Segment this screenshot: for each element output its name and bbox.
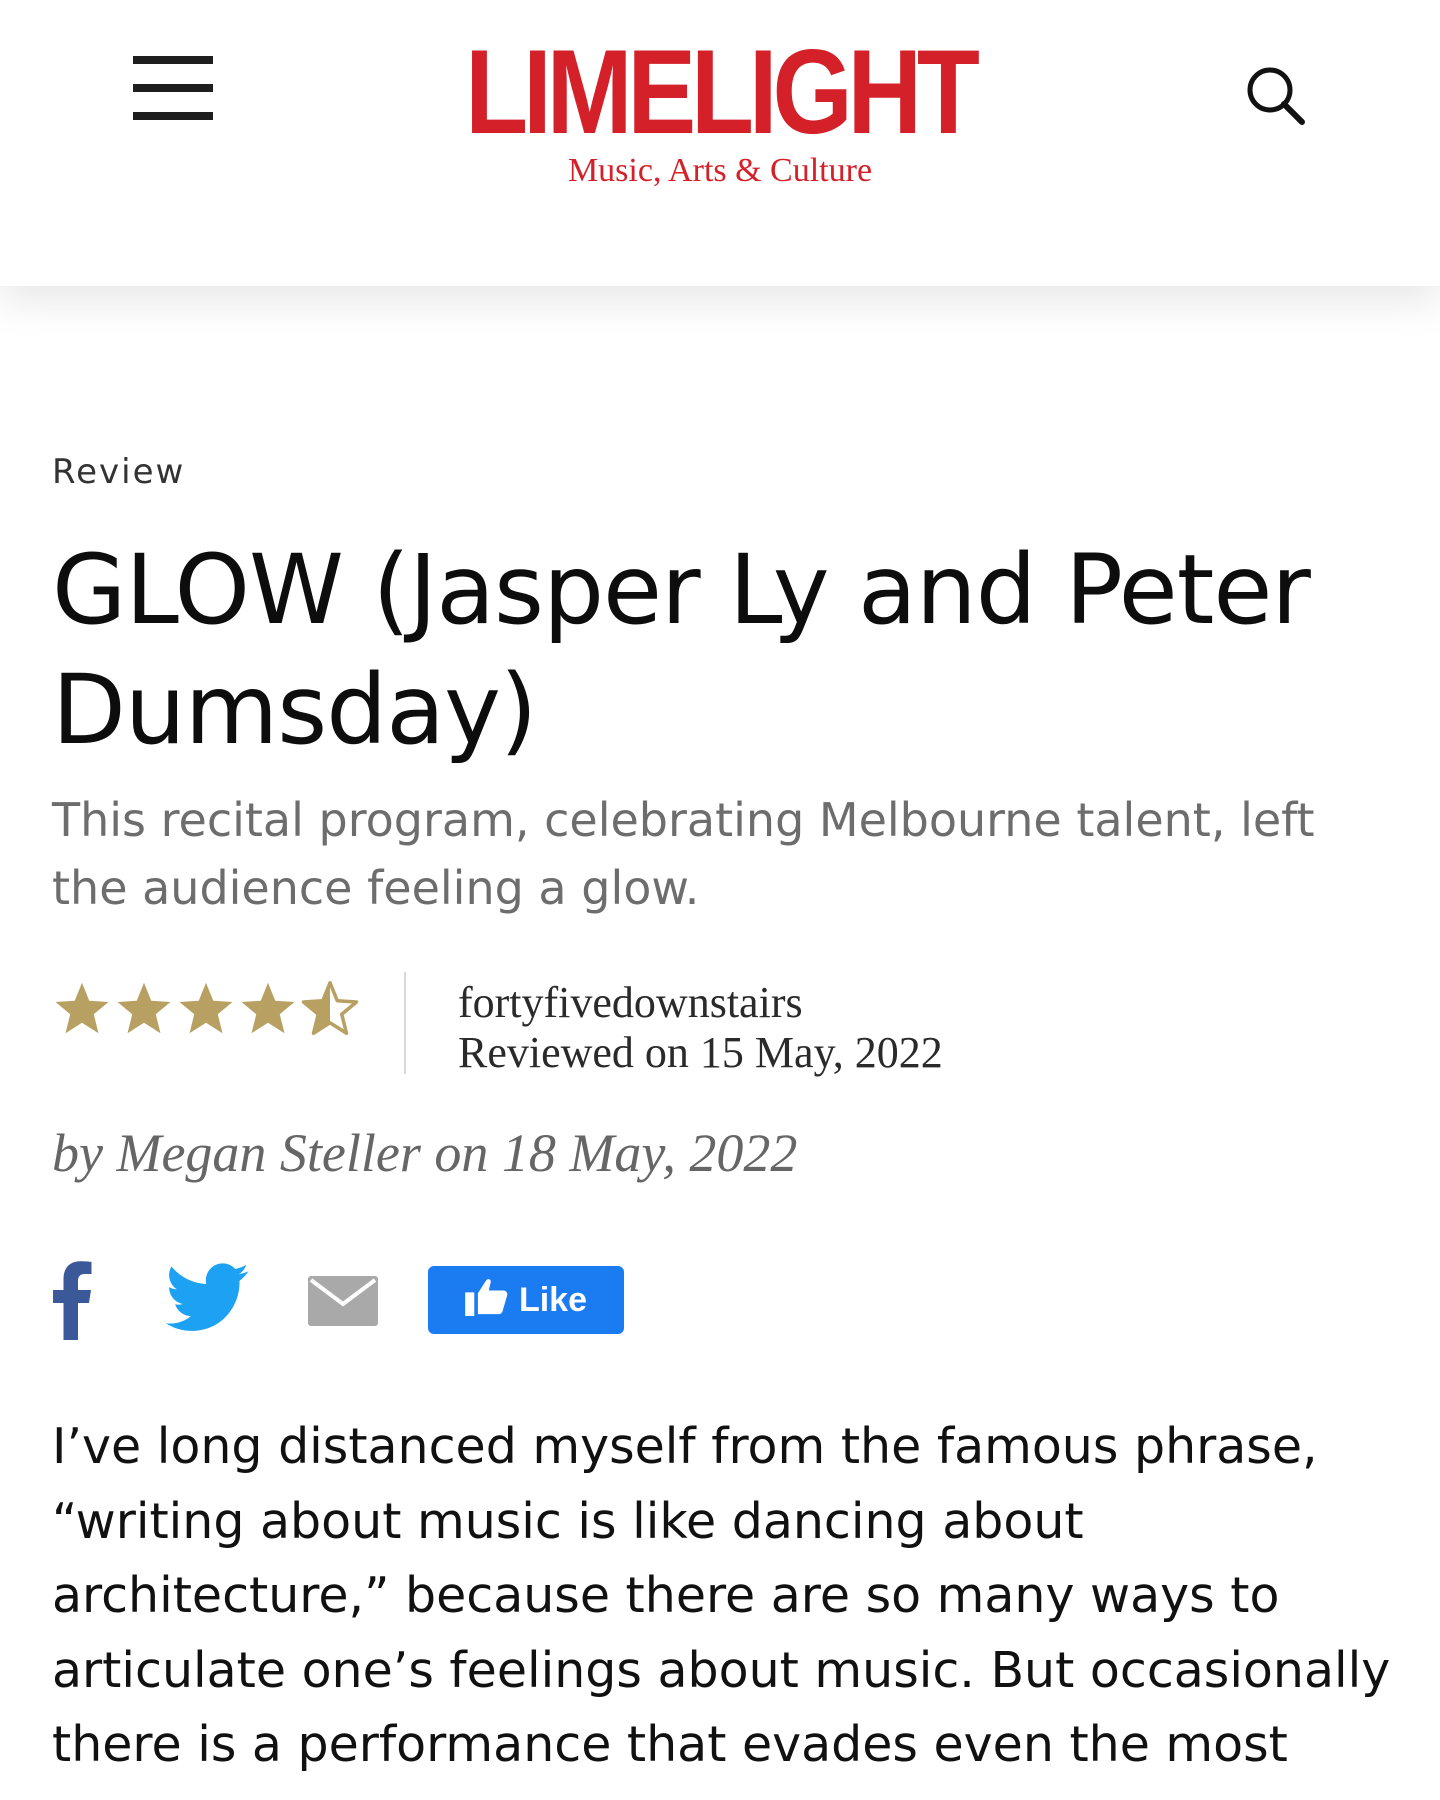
- venue-name[interactable]: fortyfivedownstairs: [458, 978, 943, 1028]
- star-full-icon: [114, 980, 174, 1050]
- star-half-icon: [300, 980, 360, 1050]
- hamburger-menu-icon[interactable]: [133, 56, 215, 122]
- reviewed-date: Reviewed on 15 May, 2022: [458, 1028, 943, 1077]
- twitter-icon[interactable]: [165, 1262, 250, 1338]
- like-label: Like: [518, 1280, 588, 1319]
- article-standfirst: This recital program, celebrating Melbou…: [52, 793, 1315, 915]
- site-logo[interactable]: LIMELIGHT Music, Arts & Culture: [395, 32, 1045, 190]
- venue-info: fortyfivedownstairs Reviewed on 15 May, …: [458, 978, 943, 1078]
- article-category[interactable]: Review: [52, 452, 185, 492]
- article-body: I’ve long distanced myself from the famo…: [52, 1418, 1391, 1773]
- email-icon[interactable]: [308, 1276, 378, 1330]
- star-full-icon: [52, 980, 112, 1050]
- facebook-like-button[interactable]: Like: [428, 1266, 624, 1334]
- logo-wordmark: LIMELIGHT: [465, 25, 980, 159]
- star-full-icon: [176, 980, 236, 1050]
- share-bar: Like: [52, 1258, 752, 1348]
- byline: by Megan Steller on 18 May, 2022: [52, 1123, 798, 1183]
- site-header: LIMELIGHT Music, Arts & Culture: [0, 0, 1440, 286]
- star-full-icon: [238, 980, 298, 1050]
- search-icon[interactable]: [1240, 60, 1310, 130]
- rating-row: fortyfivedownstairs Reviewed on 15 May, …: [52, 968, 1252, 1078]
- star-rating: [52, 980, 360, 1050]
- thumbs-up-icon: [465, 1276, 509, 1325]
- rating-divider: [404, 972, 406, 1074]
- article-title: GLOW (Jasper Ly and Peter Dumsday): [52, 534, 1311, 766]
- facebook-icon[interactable]: [52, 1258, 92, 1344]
